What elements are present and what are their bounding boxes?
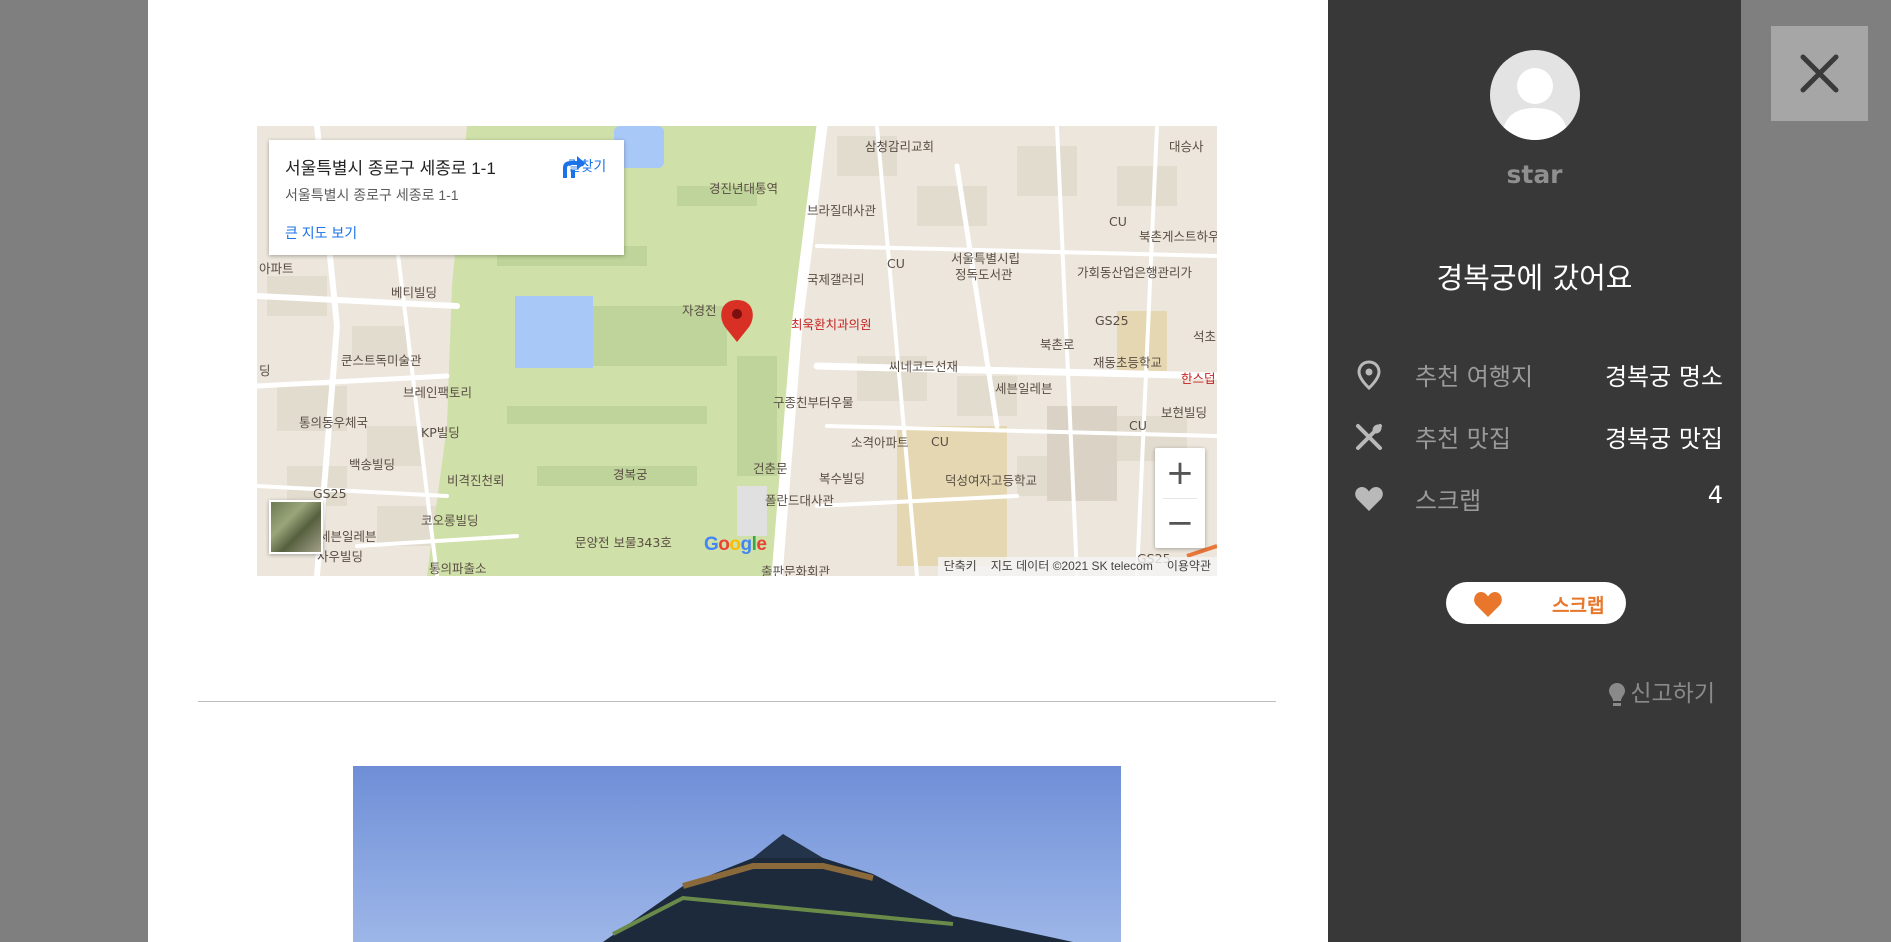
palace-roof-image bbox=[603, 834, 1073, 942]
zoom-controls: + − bbox=[1155, 448, 1205, 548]
map-label: 씨네코드선재 bbox=[889, 359, 959, 374]
map-label: CU bbox=[931, 434, 949, 449]
keyboard-shortcuts-link[interactable]: 단축키 bbox=[944, 559, 977, 573]
map-label: 북촌게스트하우 bbox=[1139, 229, 1217, 244]
zoom-out-button[interactable]: − bbox=[1155, 498, 1205, 548]
post-detail-content: 삼청감리교회 대승사 경진년대통역 브라질대사관 CU 북촌게스트하우 서울특별… bbox=[148, 0, 1328, 942]
lightbulb-icon bbox=[1609, 682, 1626, 706]
scrap-count-label: 스크랩 bbox=[1415, 487, 1482, 515]
map-label: 세븐일레븐 bbox=[995, 381, 1053, 396]
recommended-spot-label: 추천 여행지 bbox=[1415, 363, 1534, 391]
post-photo bbox=[353, 766, 1121, 942]
map-label: 대승사 bbox=[1169, 139, 1204, 154]
map-attribution: 단축키 지도 데이터 ©2021 SK telecom 이용약관 bbox=[937, 557, 1217, 576]
recommended-spot-row: 추천 여행지 경복궁 명소 bbox=[1353, 355, 1723, 395]
post-title: 경복궁에 갔어요 bbox=[1436, 261, 1633, 295]
fork-knife-icon bbox=[1356, 424, 1382, 450]
google-logo: Google bbox=[704, 534, 767, 555]
map-label: 정독도서관 bbox=[955, 267, 1013, 282]
place-title: 서울특별시 종로구 세종로 1-1 bbox=[285, 159, 496, 178]
map-label: 세븐일레븐 bbox=[319, 529, 377, 544]
directions-icon bbox=[563, 156, 585, 178]
map-label: 브라질대사관 bbox=[807, 203, 877, 218]
close-icon bbox=[1800, 54, 1839, 93]
map-label: 덕성여자고등학교 bbox=[945, 473, 1038, 488]
map-label: 경복궁 bbox=[613, 467, 648, 482]
zoom-in-button[interactable]: + bbox=[1155, 448, 1205, 498]
map-label: 베티빌딩 bbox=[391, 285, 438, 300]
map-label: 자경전 bbox=[682, 303, 717, 318]
map-label: 코오롱빌딩 bbox=[421, 513, 479, 528]
heart-icon bbox=[1474, 592, 1502, 617]
map-label: 보현빌딩 bbox=[1161, 405, 1208, 420]
map-label: 삼청감리교회 bbox=[865, 139, 935, 154]
user-avatar-icon bbox=[1502, 68, 1568, 140]
map-label: 석초 bbox=[1193, 329, 1217, 344]
report-button[interactable]: 신고하기 bbox=[1608, 674, 1715, 708]
map-label: CU bbox=[1109, 214, 1127, 229]
map-label: 비격진천뢰 bbox=[447, 473, 505, 488]
google-map[interactable]: 삼청감리교회 대승사 경진년대통역 브라질대사관 CU 북촌게스트하우 서울특별… bbox=[257, 126, 1217, 576]
map-label: 북촌로 bbox=[1040, 337, 1075, 352]
post-sidebar: star 경복궁에 갔어요 추천 여행지 경복궁 명소 추천 맛집 경복궁 맛집… bbox=[1328, 0, 1741, 942]
recommended-spot-value[interactable]: 경복궁 명소 bbox=[1605, 357, 1723, 392]
scrap-button[interactable]: 스크랩 bbox=[1446, 582, 1626, 624]
satellite-toggle[interactable] bbox=[269, 500, 323, 554]
map-label: 복수빌딩 bbox=[819, 471, 866, 486]
place-info-card: 서울특별시 종로구 세종로 1-1 서울특별시 종로구 세종로 1-1 큰 지도… bbox=[269, 140, 624, 255]
map-label: 국제갤러리 bbox=[807, 272, 865, 287]
map-label: 구종친부터우물 bbox=[773, 395, 854, 410]
map-label: 출판문화회관 bbox=[761, 564, 831, 576]
map-label: 문양전 보물343호 bbox=[575, 535, 672, 550]
map-label: 통의파출소 bbox=[429, 561, 487, 576]
place-address: 서울특별시 종로구 세종로 1-1 bbox=[285, 187, 459, 203]
map-label: CU bbox=[1129, 418, 1147, 433]
map-label: 소격아파트 bbox=[851, 435, 909, 450]
map-label: 경진년대통역 bbox=[709, 181, 779, 196]
map-label: GS25 bbox=[1095, 313, 1129, 328]
map-label: GS25 bbox=[313, 486, 347, 501]
map-label: 재동초등학교 bbox=[1093, 355, 1163, 370]
map-label: 사우빌딩 bbox=[317, 549, 364, 564]
recommended-restaurant-value[interactable]: 경복궁 맛집 bbox=[1605, 419, 1723, 454]
recommended-restaurant-row: 추천 맛집 경복궁 맛집 bbox=[1353, 417, 1723, 457]
map-label: CU bbox=[887, 256, 905, 271]
terms-link[interactable]: 이용약관 bbox=[1167, 559, 1211, 573]
map-label: 쿤스트독미술관 bbox=[341, 353, 422, 368]
close-button[interactable] bbox=[1771, 26, 1868, 121]
avatar bbox=[1490, 50, 1580, 140]
content-divider bbox=[198, 701, 1276, 702]
recommended-restaurant-label: 추천 맛집 bbox=[1415, 425, 1511, 453]
view-larger-map-link[interactable]: 큰 지도 보기 bbox=[285, 223, 357, 243]
map-label: 한스덥 bbox=[1181, 371, 1216, 386]
map-data-text: 지도 데이터 ©2021 SK telecom bbox=[990, 559, 1153, 573]
directions-button[interactable]: 길찾기 bbox=[559, 152, 615, 178]
map-label: 딩 bbox=[259, 363, 271, 378]
scrap-button-label: 스크랩 bbox=[1552, 595, 1605, 617]
map-label: 아파트 bbox=[259, 261, 294, 276]
map-label: KP빌딩 bbox=[421, 425, 460, 440]
map-label: 건춘문 bbox=[753, 461, 788, 476]
map-label: 브레인팩토리 bbox=[403, 385, 473, 400]
scrap-count-value: 4 bbox=[1707, 481, 1723, 509]
map-label: 백송빌딩 bbox=[349, 457, 396, 472]
map-label: 통의동우체국 bbox=[299, 415, 369, 430]
username: star bbox=[1506, 160, 1563, 189]
heart-icon bbox=[1355, 487, 1383, 511]
report-label: 신고하기 bbox=[1630, 681, 1715, 707]
scrap-count-row: 스크랩 4 bbox=[1353, 479, 1723, 519]
map-label: 폴란드대사관 bbox=[765, 493, 835, 508]
location-pin-icon bbox=[1357, 360, 1381, 391]
map-label: 가회동산업은행관리가 bbox=[1077, 265, 1193, 280]
map-label: 최욱환치과의원 bbox=[791, 317, 872, 332]
